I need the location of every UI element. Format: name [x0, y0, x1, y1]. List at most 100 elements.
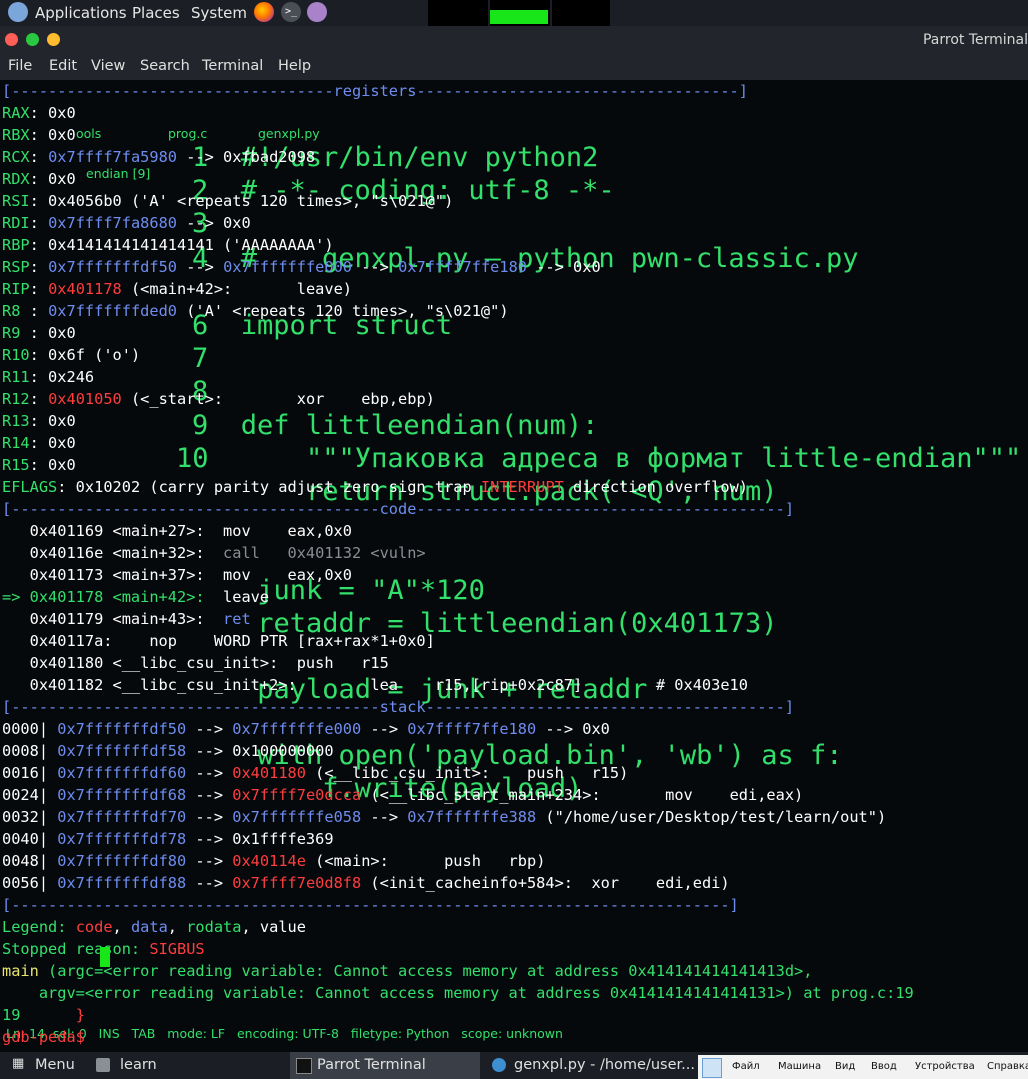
terminal-text: : 0x6f ('o'): [29, 346, 141, 364]
terminal-line: [-----------------------------------regi…: [2, 80, 748, 102]
terminal-text: :: [29, 302, 49, 320]
terminal-text: : 0x0: [29, 324, 76, 342]
vm-menu-file[interactable]: Файл: [732, 1061, 760, 1072]
terminal-text: 0x7fffffffe388: [407, 808, 537, 826]
workspace-1[interactable]: [428, 0, 488, 26]
terminal-line: 0032| 0x7fffffffdf70 --> 0x7fffffffe058 …: [2, 806, 886, 828]
terminal-text: ('A' <repeats 120 times>, "s\021@"): [177, 302, 509, 320]
terminal-line: RSP: 0x7fffffffdf50 --> 0x7fffffffe000 -…: [2, 256, 601, 278]
text-editor-icon: [492, 1058, 506, 1072]
terminal-line: 0016| 0x7fffffffdf60 --> 0x401180 (<__li…: [2, 762, 628, 784]
terminal-text: 0x7ffff7fa5980: [48, 148, 177, 166]
terminal-text: : 0x4141414141414141 ('AAAAAAAA'): [29, 236, 334, 254]
taskbar-menu-button[interactable]: ▦ Menu: [0, 1052, 88, 1079]
terminal-icon[interactable]: >_: [281, 2, 301, 22]
menu-view[interactable]: View: [91, 58, 125, 74]
terminal-line: RBP: 0x4141414141414141 ('AAAAAAAA'): [2, 234, 334, 256]
terminal-output[interactable]: ools prog.c genxpl.py endian [9] 1 #!/us…: [0, 80, 1028, 1052]
vm-menu-machine[interactable]: Машина: [778, 1061, 821, 1072]
menu-search[interactable]: Search: [140, 58, 190, 74]
terminal-text: SIGBUS: [149, 940, 205, 958]
terminal-line: R11: 0x246: [2, 366, 94, 388]
terminal-text: Legend:: [2, 918, 76, 936]
vm-menu-view[interactable]: Вид: [835, 1061, 855, 1072]
ghost-tab-genxpl: genxpl.py: [258, 126, 320, 141]
applications-menu[interactable]: Applications: [35, 4, 127, 22]
terminal-text: -----------------------------------]: [416, 82, 748, 100]
terminal-line: [---------------------------------------…: [2, 696, 794, 718]
menu-file[interactable]: File: [8, 58, 32, 74]
terminal-text: ---------------------------------------]: [425, 698, 795, 716]
terminal-text: 0024|: [2, 786, 58, 804]
workspace-2-active[interactable]: [490, 0, 550, 26]
menu-help[interactable]: Help: [278, 58, 311, 74]
folder-icon: [96, 1058, 110, 1072]
terminal-text: [-----------------------------------: [2, 82, 334, 100]
terminal-line: RCX: 0x7ffff7fa5980 --> 0xfbad2098: [2, 146, 315, 168]
terminal-text: [---------------------------------------…: [2, 698, 380, 716]
terminal-text: RIP: [2, 280, 30, 298]
taskbar-item-parrot-terminal[interactable]: Parrot Terminal: [290, 1052, 480, 1079]
close-button[interactable]: [5, 33, 18, 46]
ghost-code-line: 10 """Упаковка адреса в формат little-en…: [176, 443, 1022, 474]
window-titlebar[interactable]: Parrot Terminal: [0, 26, 1028, 54]
terminal-text: 0x7fffffffded0: [48, 302, 177, 320]
terminal-line: R8 : 0x7fffffffded0 ('A' <repeats 120 ti…: [2, 300, 509, 322]
terminal-text: 0x401180: [232, 764, 306, 782]
terminal-line: gdb-peda$: [2, 1026, 94, 1048]
vm-menu-help[interactable]: Справка: [987, 1061, 1028, 1072]
minimize-button[interactable]: [26, 33, 39, 46]
menu-terminal[interactable]: Terminal: [202, 58, 263, 74]
parrot-logo-icon[interactable]: [8, 2, 28, 22]
workspace-3[interactable]: [552, 0, 610, 26]
text-editor-icon[interactable]: [307, 2, 327, 22]
vm-menu-devices[interactable]: Устройства: [915, 1061, 975, 1072]
terminal-text: --> 0x1ffffe369: [186, 830, 334, 848]
terminal-line: 19 }: [2, 1004, 85, 1026]
taskbar-item-genxpl[interactable]: genxpl.py - /home/user...: [488, 1052, 695, 1079]
terminal-text: ("/home/user/Desktop/test/learn/out"): [536, 808, 887, 826]
system-menu[interactable]: System: [191, 4, 247, 22]
terminal-text: 0x7fffffffe000: [223, 258, 352, 276]
terminal-text: : 0x4056b0 ('A' <repeats 120 times>, "s\…: [29, 192, 454, 210]
terminal-text: -->: [186, 874, 233, 892]
terminal-line: main (argc=<error reading variable: Cann…: [2, 960, 812, 982]
terminal-text: INTERRUPT: [480, 478, 564, 496]
terminal-text: 0x7fffffffdf68: [57, 786, 187, 804]
terminal-line: R12: 0x401050 (<_start>: xor ebp,ebp): [2, 388, 435, 410]
terminal-text: : 0x0: [29, 104, 76, 122]
places-menu[interactable]: Places: [132, 4, 180, 22]
terminal-text: (<init_cacheinfo+584>: xor edi,edi): [361, 874, 730, 892]
terminal-line: R10: 0x6f ('o'): [2, 344, 140, 366]
vm-menu-input[interactable]: Ввод: [871, 1061, 897, 1072]
terminal-text: 0x7ffff7ffe180: [407, 720, 537, 738]
terminal-text: [---------------------------------------…: [2, 896, 739, 914]
apps-grid-icon: ▦: [12, 1056, 25, 1071]
terminal-text: code: [379, 500, 417, 518]
maximize-button[interactable]: [47, 33, 60, 46]
terminal-text: 0x7fffffffdf78: [57, 830, 187, 848]
ghost-sidebar-item: endian [9]: [86, 166, 151, 181]
terminal-text: 0x7ffff7e0dcca: [232, 786, 362, 804]
terminal-text: ret: [223, 610, 251, 628]
terminal-text: RBX: [2, 126, 30, 144]
terminal-text: rodata: [186, 918, 242, 936]
terminal-text: 0x401169 <main+27>: mov eax,0x0: [2, 522, 352, 540]
terminal-text: 0x7fffffffe000: [232, 720, 362, 738]
terminal-text: -->: [186, 764, 233, 782]
terminal-text: -->: [186, 786, 233, 804]
terminal-line: RDI: 0x7ffff7fa8680 --> 0x0: [2, 212, 251, 234]
firefox-icon[interactable]: [254, 2, 274, 22]
terminal-text: 0000|: [2, 720, 58, 738]
terminal-text: => 0x401178 <main+42>:: [2, 588, 224, 606]
taskbar-item-learn[interactable]: learn: [90, 1052, 280, 1079]
pin-icon[interactable]: [702, 1058, 722, 1078]
terminal-line: EFLAGS: 0x10202 (carry parity adjust zer…: [2, 476, 748, 498]
terminal-icon: [296, 1058, 312, 1074]
terminal-text: 0x40117a: nop WORD PTR [rax+rax*1+0x0]: [2, 632, 435, 650]
terminal-line: 0000| 0x7fffffffdf50 --> 0x7fffffffe000 …: [2, 718, 610, 740]
terminal-text: 0x7fffffffdf50: [48, 258, 177, 276]
terminal-text: 0x401178: [48, 280, 122, 298]
menu-edit[interactable]: Edit: [49, 58, 77, 74]
terminal-text: (<__libc_csu_init>: push r15): [305, 764, 629, 782]
